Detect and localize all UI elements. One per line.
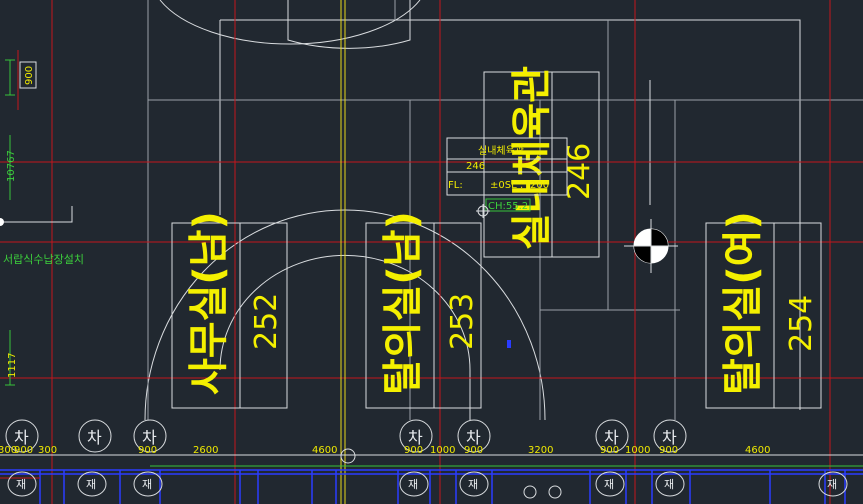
room-name: 탈의실(여) — [720, 211, 766, 395]
room-name: 실내체육관 — [509, 66, 555, 250]
left-annotations: 서랍식수납장설치 900 10767 1117 — [0, 59, 84, 386]
dim-vertical-10767: 10767 — [6, 150, 17, 182]
room-taruisil-male: 탈의실(남) 253 — [380, 211, 480, 395]
fixture-mark: 재 — [655, 471, 685, 497]
bottom-dimension-line: 300 900 300 900 2600 4600 900 1000 900 3… — [0, 445, 863, 464]
target-symbol-icon — [624, 219, 678, 273]
svg-text:재: 재 — [142, 478, 152, 491]
circle-mark: 차 — [78, 419, 112, 453]
svg-text:재: 재 — [827, 478, 837, 491]
room-number: 254 — [784, 295, 819, 352]
dim-label: 3200 — [528, 445, 553, 456]
svg-text:재: 재 — [408, 478, 418, 491]
room-number: 253 — [445, 293, 480, 350]
svg-text:재: 재 — [604, 478, 614, 491]
dim-label: 1000 — [625, 445, 650, 456]
dim-label: 900 — [600, 445, 619, 456]
dim-label: 900 — [14, 445, 33, 456]
dim-vertical-900: 900 — [24, 66, 35, 85]
storage-note: 서랍식수납장설치 — [3, 253, 84, 266]
fixture-mark: 재 — [595, 471, 625, 497]
svg-text:재: 재 — [86, 478, 96, 491]
fixture-mark: 재 — [133, 471, 163, 497]
dim-label: 4600 — [745, 445, 770, 456]
tag-number: 246 — [466, 161, 485, 172]
grid-axis-yellow — [340, 0, 346, 504]
svg-text:재: 재 — [664, 478, 674, 491]
svg-text:재: 재 — [468, 478, 478, 491]
fixture-mark: 재 — [77, 471, 107, 497]
fixture-mark: 재 — [459, 471, 489, 497]
tag-fl-value: ±0SL : -200 — [490, 180, 549, 191]
dim-label: 900 — [659, 445, 678, 456]
dim-label: 900 — [138, 445, 157, 456]
fixture-mark: 재 — [399, 471, 429, 497]
dim-label: 900 — [464, 445, 483, 456]
svg-text:재: 재 — [16, 478, 26, 491]
dim-vertical-1117: 1117 — [7, 353, 18, 378]
dim-label: 1000 — [430, 445, 455, 456]
bottom-wall: 재 재 재 재 재 재 재 재 — [0, 465, 863, 504]
svg-text:차: 차 — [87, 428, 102, 447]
fixture-mark: 재 — [818, 471, 848, 497]
tag-title: 실내체육관 — [478, 145, 524, 157]
tag-ceiling-height: CH:55.2 — [488, 201, 528, 212]
room-name: 사무실(남) — [186, 211, 232, 395]
fixture-mark: 재 — [7, 471, 37, 497]
dim-label: 900 — [404, 445, 423, 456]
room-gymnasium: 실내체육관 246 — [509, 66, 597, 250]
dim-label: 300 — [38, 445, 57, 456]
tag-fl-label: FL: — [448, 180, 463, 191]
room-taruisil-female: 탈의실(여) 254 — [720, 211, 819, 395]
dim-label: 2600 — [193, 445, 218, 456]
room-number: 252 — [249, 293, 284, 350]
blue-marker — [507, 340, 511, 348]
room-name: 탈의실(남) — [380, 211, 426, 395]
dim-label: 4600 — [312, 445, 337, 456]
floor-plan-drawing: 사무실(남) 252 탈의실(남) 253 탈의실(여) 254 실내체육관 2… — [0, 0, 863, 504]
column-circle-marks: 차 차 차 차 차 차 차 — [5, 419, 687, 453]
